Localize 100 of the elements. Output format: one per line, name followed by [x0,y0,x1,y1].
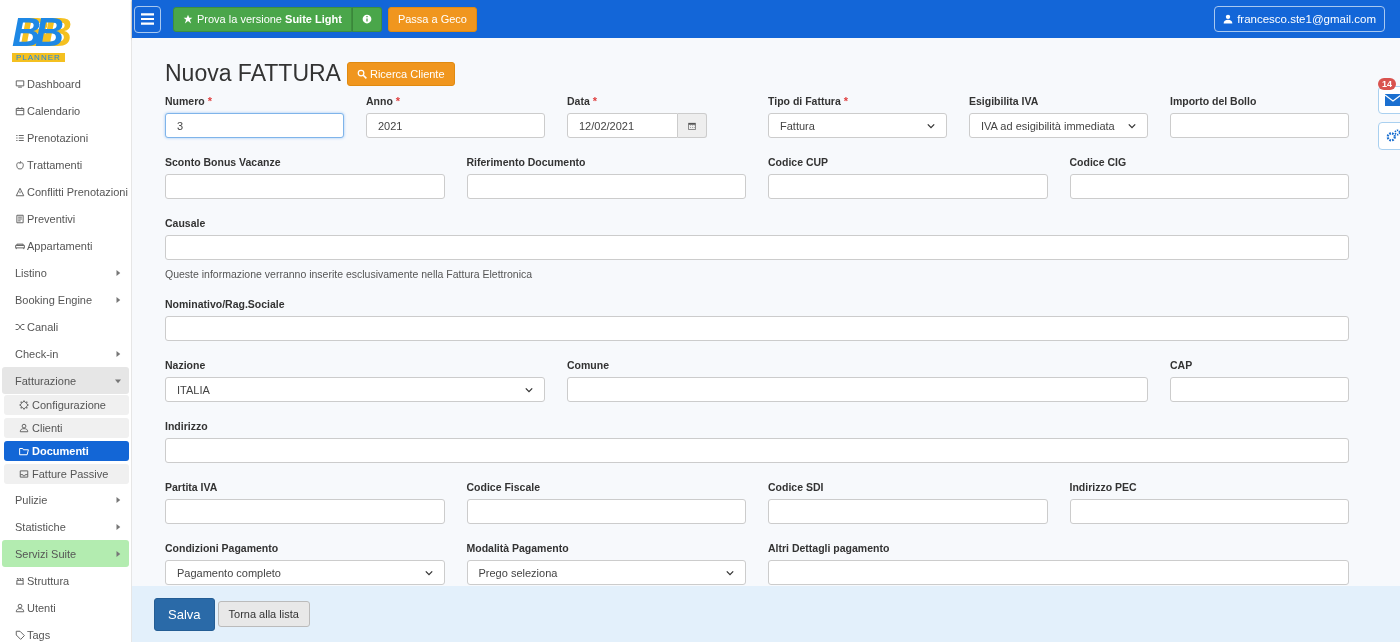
field-label: Partita IVA [165,481,218,494]
input-field[interactable] [165,174,445,199]
sidebar-item[interactable]: Prenotazioni [2,124,129,151]
sidebar-item[interactable]: Trattamenti [2,151,129,178]
warning-icon [15,186,25,197]
envelope-icon [1385,93,1400,107]
select-field[interactable]: Pagamento completo [165,560,445,585]
chevron-down-icon [1128,122,1136,129]
field-label: Sconto Bonus Vacanze [165,156,281,169]
mail-button[interactable] [1378,86,1400,114]
field-label: Altri Dettagli pagamento [768,542,890,555]
select-field[interactable]: Prego seleziona [466,560,746,585]
field-label: Nominativo/Rag.Sociale [165,298,285,311]
input-field[interactable] [1170,113,1349,138]
sidebar-item[interactable]: Calendario [2,97,129,124]
field-label: Codice SDI [768,481,824,494]
sidebar-item[interactable]: Dashboard [2,70,129,97]
tag-icon [15,629,25,640]
submenu-item[interactable]: Documenti [4,441,129,461]
page-title: Nuova FATTURA [165,60,341,87]
caret-icon [115,268,121,277]
info-icon [361,14,372,24]
sidebar-item[interactable]: Listino [2,259,129,286]
submenu-item[interactable]: Configurazione [4,395,129,415]
menu-button[interactable] [134,5,161,33]
input-field[interactable]: 2021 [366,113,545,138]
sidebar-item[interactable]: Pulizie [2,486,129,513]
caret-icon [115,549,121,558]
field-label: Riferimento Documento [466,156,586,169]
sidebar-item[interactable]: Utenti [2,594,129,621]
info-button[interactable] [351,6,382,32]
sidebar-item[interactable]: Preventivi [2,205,129,232]
notification-badge: 14 [1378,78,1396,90]
settings-button[interactable] [1378,122,1400,150]
field-label: Esigibilita IVA [969,95,1039,108]
select-field[interactable]: IVA ad esigibilità immediata [969,113,1148,138]
input-field[interactable] [165,499,445,524]
caret-icon [115,522,121,531]
field-label: Importo del Bollo [1170,95,1257,108]
user-button[interactable]: francesco.ste1@gmail.com [1214,6,1385,32]
search-icon [356,68,367,79]
input-field[interactable] [1170,377,1349,402]
logo[interactable]: BB PLANNER [12,12,68,62]
input-field[interactable] [165,235,1349,260]
submenu-icon [19,400,29,410]
gears-icon [1385,129,1400,143]
select-field[interactable]: ITALIA [165,377,545,402]
user-icon [1223,14,1234,24]
input-field[interactable] [1069,174,1349,199]
field-label: Condizioni Pagamento [165,542,279,555]
submenu-icon [19,423,29,433]
sidebar-item[interactable]: Struttura [2,567,129,594]
field-label: Data [567,95,590,108]
star-icon [183,14,193,24]
submenu-item[interactable]: Clienti [4,418,129,438]
calendar-button[interactable] [677,113,707,138]
sidebar-item[interactable]: Tags [2,621,129,642]
input-field[interactable]: 3 [165,113,344,138]
save-button[interactable]: Salva [154,597,215,631]
calendar-icon [686,120,697,131]
caret-icon [115,495,121,504]
field-label: Modalità Pagamento [466,542,569,555]
submenu-item[interactable]: Fatture Passive [4,464,129,484]
chevron-down-icon [726,569,734,576]
sidebar-item[interactable]: Check-in [2,340,129,367]
chevron-down-icon [927,122,935,129]
back-button[interactable]: Torna alla lista [217,601,310,627]
sidebar-item[interactable]: Servizi Suite [2,540,129,567]
sidebar-item[interactable]: Canali [2,313,129,340]
apple-icon [15,159,25,170]
input-field[interactable] [466,174,746,199]
date-field[interactable]: 12/02/2021 [567,113,678,138]
input-field[interactable] [567,377,1148,402]
required-mark: * [207,95,212,108]
input-field[interactable] [768,560,1349,585]
field-label: Causale [165,217,206,230]
shuffle-icon [15,321,25,332]
input-field[interactable] [1069,499,1349,524]
sidebar-item[interactable]: Fatturazione [2,367,129,394]
document-icon [15,213,25,224]
input-field[interactable] [165,316,1349,341]
sidebar-item[interactable]: Statistiche [2,513,129,540]
input-field[interactable] [768,499,1048,524]
field-label: Nazione [165,359,206,372]
field-label: CAP [1170,359,1193,372]
input-field[interactable] [768,174,1048,199]
field-label: Codice CIG [1069,156,1127,169]
caret-icon [115,295,121,304]
required-mark: * [395,95,401,108]
sidebar-item[interactable]: Appartamenti [2,232,129,259]
dashboard-icon [15,78,25,89]
field-label: Comune [567,359,609,372]
input-field[interactable] [165,438,1349,463]
sidebar-item[interactable]: Booking Engine [2,286,129,313]
input-field[interactable] [466,499,746,524]
chevron-down-icon [424,569,433,576]
required-mark: * [592,95,598,108]
required-mark: * [843,95,848,108]
sidebar-item[interactable]: Conflitti Prenotazioni [2,178,129,205]
select-field[interactable]: Fattura [768,113,947,138]
